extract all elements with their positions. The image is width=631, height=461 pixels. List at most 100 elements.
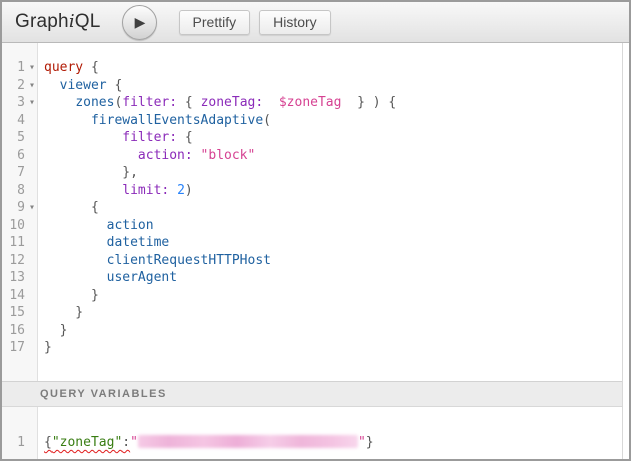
query-code[interactable]: 1▾query {2▾ viewer {3▾ zones(filter: { z… (2, 43, 622, 357)
graphiql-window: GraphiQL ▶ Prettify History 1▾query {2▾ … (0, 0, 631, 461)
variables-code[interactable]: 1{"zoneTag":""} (2, 407, 622, 452)
fold-gutter-space (25, 217, 39, 235)
code-line[interactable]: 5 filter: { (2, 129, 622, 147)
line-number: 16 (2, 322, 25, 340)
code-text: limit: 2) (39, 182, 193, 200)
fold-gutter-space (25, 339, 39, 357)
code-text: clientRequestHTTPHost (39, 252, 271, 270)
code-line[interactable]: 7 }, (2, 164, 622, 182)
code-token: ( (263, 113, 271, 128)
code-token: clientRequestHTTPHost (107, 253, 271, 268)
code-line[interactable]: 3▾ zones(filter: { zoneTag: $zoneTag } )… (2, 94, 622, 112)
fold-gutter-space (25, 434, 39, 452)
fold-gutter-space (25, 147, 39, 165)
line-number: 1 (2, 59, 25, 77)
fold-gutter-space (25, 269, 39, 287)
result-pane (623, 43, 629, 459)
code-line[interactable]: 4 firewallEventsAdaptive( (2, 112, 622, 130)
fold-arrow-icon[interactable]: ▾ (25, 199, 39, 217)
code-token: datetime (107, 235, 170, 250)
code-token (44, 183, 122, 198)
query-pane: 1▾query {2▾ viewer {3▾ zones(filter: { z… (2, 43, 623, 459)
code-token: action: (138, 148, 193, 163)
code-token: filter: (122, 130, 177, 145)
code-token (44, 148, 138, 163)
line-number: 4 (2, 112, 25, 130)
code-line[interactable]: 15 } (2, 304, 622, 322)
fold-gutter-space (25, 129, 39, 147)
code-text: viewer { (39, 77, 122, 95)
fold-gutter-space (25, 252, 39, 270)
code-line[interactable]: 12 clientRequestHTTPHost (2, 252, 622, 270)
fold-arrow-icon[interactable]: ▾ (25, 94, 39, 112)
play-icon: ▶ (135, 15, 146, 29)
redacted-value (138, 435, 358, 448)
execute-button[interactable]: ▶ (122, 5, 157, 40)
code-text: datetime (39, 234, 169, 252)
code-line[interactable]: 9▾ { (2, 199, 622, 217)
fold-gutter-space (25, 287, 39, 305)
code-token: zoneTag: (201, 95, 264, 110)
code-text: } (39, 322, 67, 340)
code-token: action (107, 218, 154, 233)
line-number: 5 (2, 129, 25, 147)
code-token (44, 218, 107, 233)
query-editor[interactable]: 1▾query {2▾ viewer {3▾ zones(filter: { z… (2, 43, 622, 381)
code-token: { (83, 60, 99, 75)
line-number: 12 (2, 252, 25, 270)
code-token: firewallEventsAdaptive (91, 113, 263, 128)
code-line[interactable]: 10 action (2, 217, 622, 235)
code-token (44, 270, 107, 285)
code-token (44, 95, 75, 110)
line-number: 14 (2, 287, 25, 305)
fold-arrow-icon[interactable]: ▾ (25, 59, 39, 77)
code-text: } (39, 339, 52, 357)
line-number: 2 (2, 77, 25, 95)
code-line[interactable]: 14 } (2, 287, 622, 305)
fold-gutter-space (25, 234, 39, 252)
code-line[interactable]: 6 action: "block" (2, 147, 622, 165)
code-token (263, 95, 279, 110)
code-text: query { (39, 59, 99, 77)
code-text: userAgent (39, 269, 177, 287)
code-line[interactable]: 13 userAgent (2, 269, 622, 287)
line-number: 3 (2, 94, 25, 112)
fold-gutter-space (25, 164, 39, 182)
code-line[interactable]: 8 limit: 2) (2, 182, 622, 200)
code-token: } (44, 340, 52, 355)
code-token: viewer (60, 78, 107, 93)
fold-arrow-icon[interactable]: ▾ (25, 77, 39, 95)
code-token (44, 235, 107, 250)
line-number: 11 (2, 234, 25, 252)
code-line[interactable]: 11 datetime (2, 234, 622, 252)
code-token: { (107, 78, 123, 93)
variables-title-bar[interactable]: QUERY VARIABLES (2, 381, 622, 407)
code-token: } ) { (341, 95, 396, 110)
code-token: limit: (122, 183, 169, 198)
code-text: } (39, 287, 99, 305)
code-token: } (366, 435, 374, 450)
code-token (44, 253, 107, 268)
code-token: { (177, 95, 200, 110)
logo-text-post: QL (75, 11, 101, 32)
code-token (44, 78, 60, 93)
code-line[interactable]: 1{"zoneTag":""} (2, 434, 622, 452)
code-token: userAgent (107, 270, 177, 285)
code-token: "block" (201, 148, 256, 163)
fold-gutter-space (25, 182, 39, 200)
editor-area: 1▾query {2▾ viewer {3▾ zones(filter: { z… (2, 43, 629, 459)
code-line[interactable]: 17} (2, 339, 622, 357)
code-token: " (358, 435, 366, 450)
prettify-button[interactable]: Prettify (179, 10, 251, 35)
code-token: { (177, 130, 193, 145)
code-text: firewallEventsAdaptive( (39, 112, 271, 130)
code-token: ) (185, 183, 193, 198)
graphiql-logo: GraphiQL (15, 11, 101, 33)
code-token: filter: (122, 95, 177, 110)
code-line[interactable]: 16 } (2, 322, 622, 340)
code-line[interactable]: 1▾query { (2, 59, 622, 77)
code-token: $zoneTag (279, 95, 342, 110)
code-line[interactable]: 2▾ viewer { (2, 77, 622, 95)
variables-editor[interactable]: 1{"zoneTag":""} (2, 407, 622, 459)
history-button[interactable]: History (259, 10, 331, 35)
